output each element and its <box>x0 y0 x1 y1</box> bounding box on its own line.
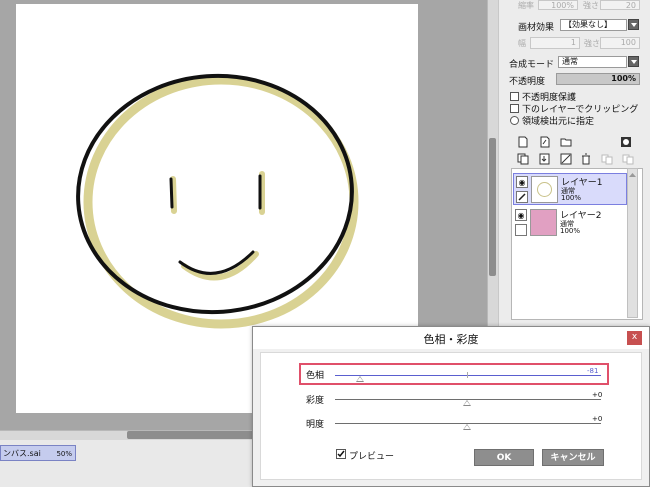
check-icon <box>337 450 345 458</box>
layer-list[interactable]: ◉ レイヤー1 通常 100% ◉ レイヤー2 通常 100% <box>511 168 643 320</box>
layer-thumbnail <box>530 209 557 236</box>
merge-down-icon[interactable] <box>539 153 551 165</box>
transfer-layer-icon[interactable] <box>601 153 613 165</box>
document-tab-zoom: 50% <box>56 450 72 458</box>
clipping-checkbox[interactable] <box>510 104 519 113</box>
layer-item-1[interactable]: ◉ レイヤー1 通常 100% <box>513 173 627 205</box>
scroll-up-icon[interactable] <box>628 171 637 179</box>
texture-width-label: 幅 <box>518 39 526 48</box>
brightness-label: 明度 <box>306 420 325 430</box>
preview-label: プレビュー <box>349 452 395 462</box>
new-layer-icon[interactable] <box>517 136 529 148</box>
layer-opacity: 100% <box>560 227 581 235</box>
brightness-slider-knob[interactable] <box>463 424 471 430</box>
selection-source-radio[interactable] <box>510 116 519 125</box>
lock-checkbox[interactable] <box>515 224 527 236</box>
close-button[interactable]: x <box>627 331 642 345</box>
document-tab-name: ンバス.sai <box>3 449 41 458</box>
texture-width-field[interactable]: 1 <box>530 37 580 49</box>
new-vector-layer-icon[interactable] <box>539 136 551 148</box>
blend-mode-dropdown-icon[interactable] <box>628 56 639 67</box>
selection-source-label: 領域検出元に指定 <box>522 117 595 127</box>
top-left-label: 縮率 <box>518 1 534 10</box>
top-right-field[interactable]: 20 <box>600 0 640 10</box>
protect-opacity-checkbox[interactable] <box>510 92 519 101</box>
cancel-button[interactable]: キャンセル <box>542 449 604 466</box>
mask-icon[interactable] <box>620 136 632 148</box>
new-folder-icon[interactable] <box>560 136 572 148</box>
texture-strength-label: 強さ <box>584 39 600 48</box>
hue-row-highlight <box>299 363 609 385</box>
vertical-scroll-thumb[interactable] <box>489 138 496 276</box>
horizontal-scroll-thumb[interactable] <box>127 431 267 439</box>
delete-layer-icon[interactable] <box>580 153 592 165</box>
top-right-label: 強さ <box>583 1 599 10</box>
saturation-value: +0 <box>592 391 603 399</box>
preview-checkbox[interactable] <box>336 449 346 459</box>
layer-opacity: 100% <box>561 194 582 202</box>
top-left-field[interactable]: 100% <box>538 0 578 10</box>
brightness-value: +0 <box>592 415 603 423</box>
texture-select[interactable]: 【効果なし】 <box>560 19 627 31</box>
ok-button[interactable]: OK <box>474 449 534 466</box>
saturation-label: 彩度 <box>306 396 325 406</box>
left-eye <box>169 177 174 209</box>
texture-strength-field[interactable]: 100 <box>600 37 640 49</box>
dialog-title: 色相・彩度 <box>423 333 479 346</box>
texture-label: 画材効果 <box>518 23 555 33</box>
merge-layer-icon[interactable] <box>622 153 634 165</box>
layer-item-2[interactable]: ◉ レイヤー2 通常 100% <box>513 207 627 239</box>
clear-layer-icon[interactable] <box>560 153 572 165</box>
copy-layer-icon[interactable] <box>517 153 529 165</box>
eye-icon[interactable]: ◉ <box>515 209 527 221</box>
document-tab[interactable]: ンバス.sai 50% <box>0 445 76 461</box>
texture-dropdown-icon[interactable] <box>628 19 639 30</box>
layer-thumbnail <box>531 176 558 203</box>
layer-list-scrollbar[interactable] <box>627 168 638 318</box>
eye-icon[interactable]: ◉ <box>516 176 528 188</box>
saturation-slider-knob[interactable] <box>463 400 471 406</box>
blend-mode-label: 合成モード <box>509 60 555 70</box>
opacity-label: 不透明度 <box>509 77 546 87</box>
opacity-slider[interactable]: 100% <box>556 73 640 85</box>
pen-icon[interactable] <box>516 191 528 203</box>
blend-mode-select[interactable]: 通常 <box>558 56 627 68</box>
